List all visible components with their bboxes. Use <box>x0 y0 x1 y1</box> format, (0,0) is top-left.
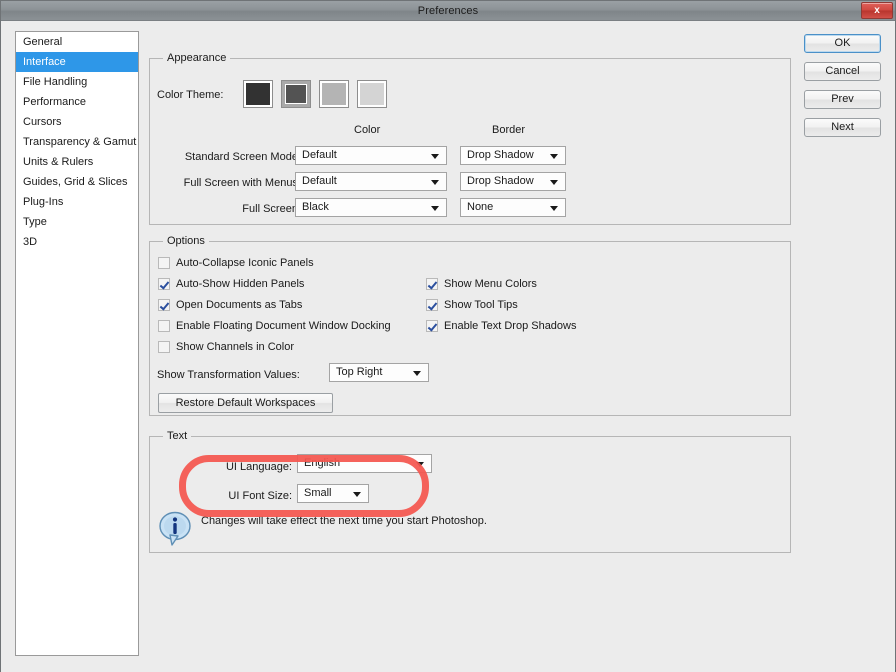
ui-language-label: UI Language: <box>225 461 292 473</box>
color-theme-swatch-fill <box>360 83 384 105</box>
info-icon <box>158 511 192 547</box>
checkbox-label: Show Menu Colors <box>444 278 537 290</box>
standard-screen-mode-color-dropdown[interactable]: Default <box>295 146 447 165</box>
standard-screen-mode-border-value: Drop Shadow <box>467 149 534 161</box>
restart-note: Changes will take effect the next time y… <box>201 515 487 527</box>
full-screen-border-value: None <box>467 201 494 213</box>
full-screen-with-menus-color-dropdown[interactable]: Default <box>295 172 447 191</box>
checkbox-box[interactable] <box>158 341 170 353</box>
checkbox-box[interactable] <box>426 320 438 332</box>
color-theme-label: Color Theme: <box>157 89 224 101</box>
window-title: Preferences <box>417 5 479 17</box>
cancel-button[interactable]: Cancel <box>804 62 881 81</box>
standard-screen-mode-color-value: Default <box>302 149 337 161</box>
sidebar-item-general[interactable]: General <box>16 32 138 52</box>
ok-button[interactable]: OK <box>804 34 881 53</box>
sidebar-item-cursors[interactable]: Cursors <box>16 112 138 132</box>
checkbox-box[interactable] <box>158 257 170 269</box>
show-transformation-values-value: Top Right <box>336 366 383 378</box>
category-list[interactable]: General Interface File Handling Performance… <box>15 31 139 656</box>
sidebar-item-plug-ins[interactable]: Plug-Ins <box>16 192 138 212</box>
sidebar-item-type[interactable]: Type <box>16 212 138 232</box>
checkbox-box[interactable] <box>426 299 438 311</box>
full-screen-with-menus-label: Full Screen with Menus: <box>183 177 301 189</box>
standard-screen-mode-border-dropdown[interactable]: Drop Shadow <box>460 146 566 165</box>
checkbox-box[interactable] <box>158 299 170 311</box>
color-theme-swatch-fill <box>246 83 270 105</box>
checkbox-label: Open Documents as Tabs <box>176 299 303 311</box>
sidebar-item-interface[interactable]: Interface <box>16 52 138 72</box>
show-transformation-values-label: Show Transformation Values: <box>157 369 300 381</box>
ui-font-size-dropdown[interactable]: Small <box>297 484 369 503</box>
chevron-down-icon <box>431 180 439 185</box>
appearance-group-title: Appearance <box>163 52 231 64</box>
column-header-border: Border <box>492 124 526 136</box>
close-icon[interactable]: x <box>861 2 893 19</box>
options-group-title: Options <box>163 235 209 247</box>
checkbox-label: Auto-Collapse Iconic Panels <box>176 257 314 269</box>
restore-default-workspaces-button[interactable]: Restore Default Workspaces <box>158 393 333 413</box>
checkbox-box[interactable] <box>426 278 438 290</box>
sidebar-item-transparency-gamut[interactable]: Transparency & Gamut <box>16 132 138 152</box>
chevron-down-icon <box>416 462 424 467</box>
checkbox-label: Show Channels in Color <box>176 341 295 353</box>
sidebar-item-3d[interactable]: 3D <box>16 232 138 252</box>
chevron-down-icon <box>550 206 558 211</box>
chevron-down-icon <box>550 180 558 185</box>
chevron-down-icon <box>431 154 439 159</box>
column-header-color: Color <box>354 124 381 136</box>
title-bar: Preferences x <box>1 1 895 21</box>
color-theme-swatch-1[interactable] <box>243 80 273 108</box>
full-screen-color-dropdown[interactable]: Black <box>295 198 447 217</box>
ui-font-size-value: Small <box>304 487 332 499</box>
preferences-dialog: Preferences x General Interface File Handl… <box>0 0 896 672</box>
full-screen-label: Full Screen: <box>242 203 301 215</box>
sidebar-item-guides-grid-slices[interactable]: Guides, Grid & Slices <box>16 172 138 192</box>
color-theme-swatch-fill <box>286 85 306 103</box>
text-group-title: Text <box>163 430 192 442</box>
next-button[interactable]: Next <box>804 118 881 137</box>
color-theme-swatch-3[interactable] <box>319 80 349 108</box>
prev-button[interactable]: Prev <box>804 90 881 109</box>
checkbox-label: Auto-Show Hidden Panels <box>176 278 305 290</box>
sidebar-item-performance[interactable]: Performance <box>16 92 138 112</box>
show-transformation-values-dropdown[interactable]: Top Right <box>329 363 429 382</box>
color-theme-swatch-2[interactable] <box>281 80 311 108</box>
color-theme-swatch-4[interactable] <box>357 80 387 108</box>
checkbox-box[interactable] <box>158 320 170 332</box>
full-screen-border-dropdown[interactable]: None <box>460 198 566 217</box>
color-theme-swatch-fill <box>322 83 346 105</box>
full-screen-with-menus-border-value: Drop Shadow <box>467 175 534 187</box>
dialog-client-area: General Interface File Handling Performance… <box>1 22 895 672</box>
chevron-down-icon <box>353 492 361 497</box>
sidebar-item-file-handling[interactable]: File Handling <box>16 72 138 92</box>
checkbox-label: Enable Text Drop Shadows <box>444 320 577 332</box>
ui-font-size-label: UI Font Size: <box>228 490 292 502</box>
sidebar-item-units-rulers[interactable]: Units & Rulers <box>16 152 138 172</box>
chevron-down-icon <box>431 206 439 211</box>
full-screen-with-menus-border-dropdown[interactable]: Drop Shadow <box>460 172 566 191</box>
chevron-down-icon <box>413 371 421 376</box>
chevron-down-icon <box>550 154 558 159</box>
checkbox-box[interactable] <box>158 278 170 290</box>
standard-screen-mode-label: Standard Screen Mode: <box>184 151 301 163</box>
full-screen-with-menus-color-value: Default <box>302 175 337 187</box>
full-screen-color-value: Black <box>302 201 329 213</box>
ui-language-dropdown[interactable]: English <box>297 454 432 473</box>
ui-language-value: English <box>304 457 341 469</box>
checkbox-label: Show Tool Tips <box>444 299 518 311</box>
checkbox-label: Enable Floating Document Window Docking <box>176 320 391 332</box>
